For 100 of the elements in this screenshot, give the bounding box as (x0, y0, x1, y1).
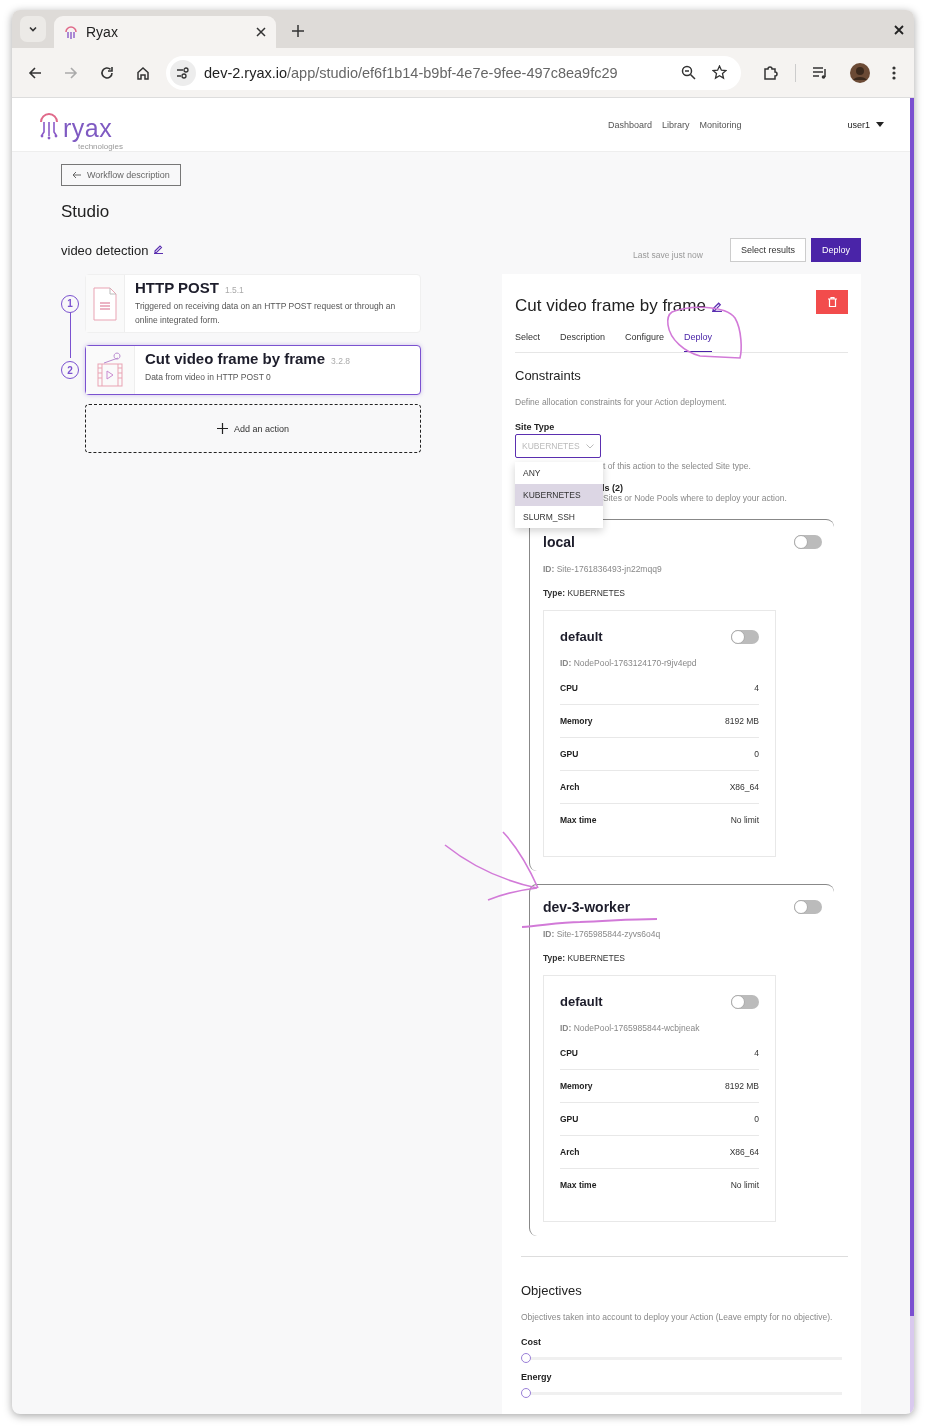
hint-text: Sites or Node Pools where to deploy your action. (603, 493, 787, 503)
dropdown-option[interactable]: ANY (515, 462, 603, 484)
close-icon[interactable] (894, 25, 904, 35)
spec-label: Arch (560, 1147, 580, 1157)
extensions-icon[interactable] (763, 64, 779, 81)
hint-text: t of this action to the selected Site type. (603, 461, 751, 471)
site-settings-icon[interactable] (170, 59, 196, 86)
browser-tab[interactable]: Ryax (54, 16, 276, 48)
avatar-icon[interactable] (850, 62, 870, 83)
nav-link[interactable]: Library (661, 119, 690, 130)
tab[interactable]: Deploy (684, 328, 713, 352)
section-description: Objectives taken into account to deploy your Action (Leave empty for no objective). (521, 1311, 834, 1324)
action-description: Triggered on receiving data on an HTTP POST request or through an online integrated form. (135, 300, 397, 327)
step-number: 2 (61, 361, 79, 379)
spec-value: 4 (754, 683, 759, 693)
action-card[interactable]: Cut video frame by frame 3.2.8 Data from video in HTTP POST 0 (85, 345, 421, 395)
spec-value: 0 (754, 1114, 759, 1124)
dropdown-option[interactable]: KUBERNETES (515, 484, 603, 506)
node-pool-name: default (560, 629, 603, 644)
tab-title: Ryax (86, 24, 119, 40)
zoom-icon[interactable] (681, 65, 696, 80)
add-action-button[interactable]: Add an action (85, 404, 421, 453)
action-title: HTTP POST (135, 279, 219, 296)
url-text[interactable]: dev-2.ryax.io/app/studio/ef6f1b14-b9bf-4e7e-9fee-497c8ea9fc29 (204, 64, 618, 81)
logo-text: ryax (63, 115, 113, 140)
action-card[interactable]: HTTP POST 1.5.1 Triggered on receiving data on an HTTP POST request or through an online integrated form. (85, 274, 421, 333)
arrow-left-icon (72, 171, 81, 179)
action-title: Cut video frame by frame (145, 350, 326, 367)
home-icon[interactable] (136, 65, 150, 80)
version-label: 1.5.1 (224, 285, 244, 295)
spec-label: CPU (560, 1048, 578, 1058)
step-number: 1 (61, 294, 79, 313)
chevron-down-icon (585, 443, 594, 449)
section-description: Define allocation constraints for your Action deployment. (515, 396, 728, 409)
toggle-switch[interactable] (731, 994, 759, 1009)
logo-tagline: technologies (78, 141, 123, 151)
plus-icon (216, 423, 228, 434)
toggle-switch[interactable] (794, 900, 822, 914)
spec-label: Max time (560, 815, 597, 825)
edit-icon[interactable] (711, 300, 722, 312)
tab[interactable]: Select (515, 328, 540, 352)
new-tab-icon[interactable] (292, 25, 304, 37)
version-label: 3.2.8 (331, 356, 350, 366)
select-results-button[interactable]: Select results (729, 238, 806, 262)
user-menu[interactable]: user1 (847, 119, 884, 130)
close-icon[interactable] (256, 27, 266, 37)
spec-label: GPU (560, 1114, 579, 1124)
spec-value: 8192 MB (724, 1081, 759, 1091)
deploy-button[interactable]: Deploy (811, 238, 861, 262)
document-icon (91, 286, 119, 321)
scrollbar[interactable] (910, 98, 914, 1414)
spec-label: Memory (560, 1081, 593, 1091)
site-id: ID: Site-1761836493-jn22mqq9 (543, 564, 663, 574)
chevron-down-icon (28, 24, 38, 34)
dropdown-option[interactable]: SLURM_SSH (515, 506, 603, 528)
spec-value: X86_64 (729, 782, 759, 792)
media-icon[interactable] (812, 65, 828, 80)
menu-icon[interactable] (892, 65, 896, 80)
tab[interactable]: Description (560, 328, 606, 352)
delete-button[interactable] (816, 290, 848, 314)
node-pool-name: default (560, 994, 603, 1009)
spec-value: X86_64 (729, 1147, 759, 1157)
tab[interactable]: Configure (625, 328, 665, 352)
back-icon[interactable] (28, 65, 42, 80)
nav-link[interactable]: Dashboard (607, 119, 652, 130)
site-id: ID: Site-1765985844-zyvs6o4q (543, 929, 662, 939)
film-icon (96, 352, 124, 388)
reload-icon[interactable] (100, 65, 114, 80)
spec-label: Memory (560, 716, 593, 726)
node-pool-id: ID: NodePool-1763124170-r9jv4epd (560, 658, 698, 668)
spec-value: No limit (730, 815, 759, 825)
action-title: Cut video frame by frame (515, 296, 706, 316)
field-label: Site Type (515, 422, 556, 432)
site-type: Type: KUBERNETES (543, 953, 627, 963)
page-title: Studio (61, 202, 111, 222)
workflow-name: video detection (61, 242, 149, 258)
spec-value: No limit (730, 1180, 759, 1190)
node-pool-id: ID: NodePool-1765985844-wcbjneak (560, 1023, 701, 1033)
star-icon[interactable] (712, 65, 727, 80)
slider-thumb[interactable] (521, 1353, 531, 1363)
spec-value: 4 (754, 1048, 759, 1058)
toggle-switch[interactable] (731, 629, 759, 644)
edit-icon[interactable] (154, 243, 164, 254)
action-description: Data from video in HTTP POST 0 (145, 371, 272, 384)
toggle-switch[interactable] (794, 535, 822, 549)
spec-value: 0 (754, 749, 759, 759)
address-bar[interactable]: dev-2.ryax.io/app/studio/ef6f1b14-b9bf-4e7e-9fee-497c8ea9fc29 (166, 55, 741, 90)
site-type: Type: KUBERNETES (543, 588, 627, 598)
back-button[interactable]: Workflow description (61, 164, 181, 186)
logo-icon (64, 24, 78, 40)
section-heading: Constraints (515, 368, 582, 383)
slider-thumb[interactable] (521, 1388, 531, 1398)
slider-label: Cost (521, 1337, 542, 1347)
nav-link[interactable]: Monitoring (699, 119, 742, 130)
slider-label: Energy (521, 1372, 553, 1382)
section-heading: Objectives (521, 1283, 583, 1298)
trash-icon (827, 297, 837, 307)
site-name: local (543, 534, 575, 550)
spec-label: Arch (560, 782, 580, 792)
field-label: ls (2) (602, 483, 623, 493)
